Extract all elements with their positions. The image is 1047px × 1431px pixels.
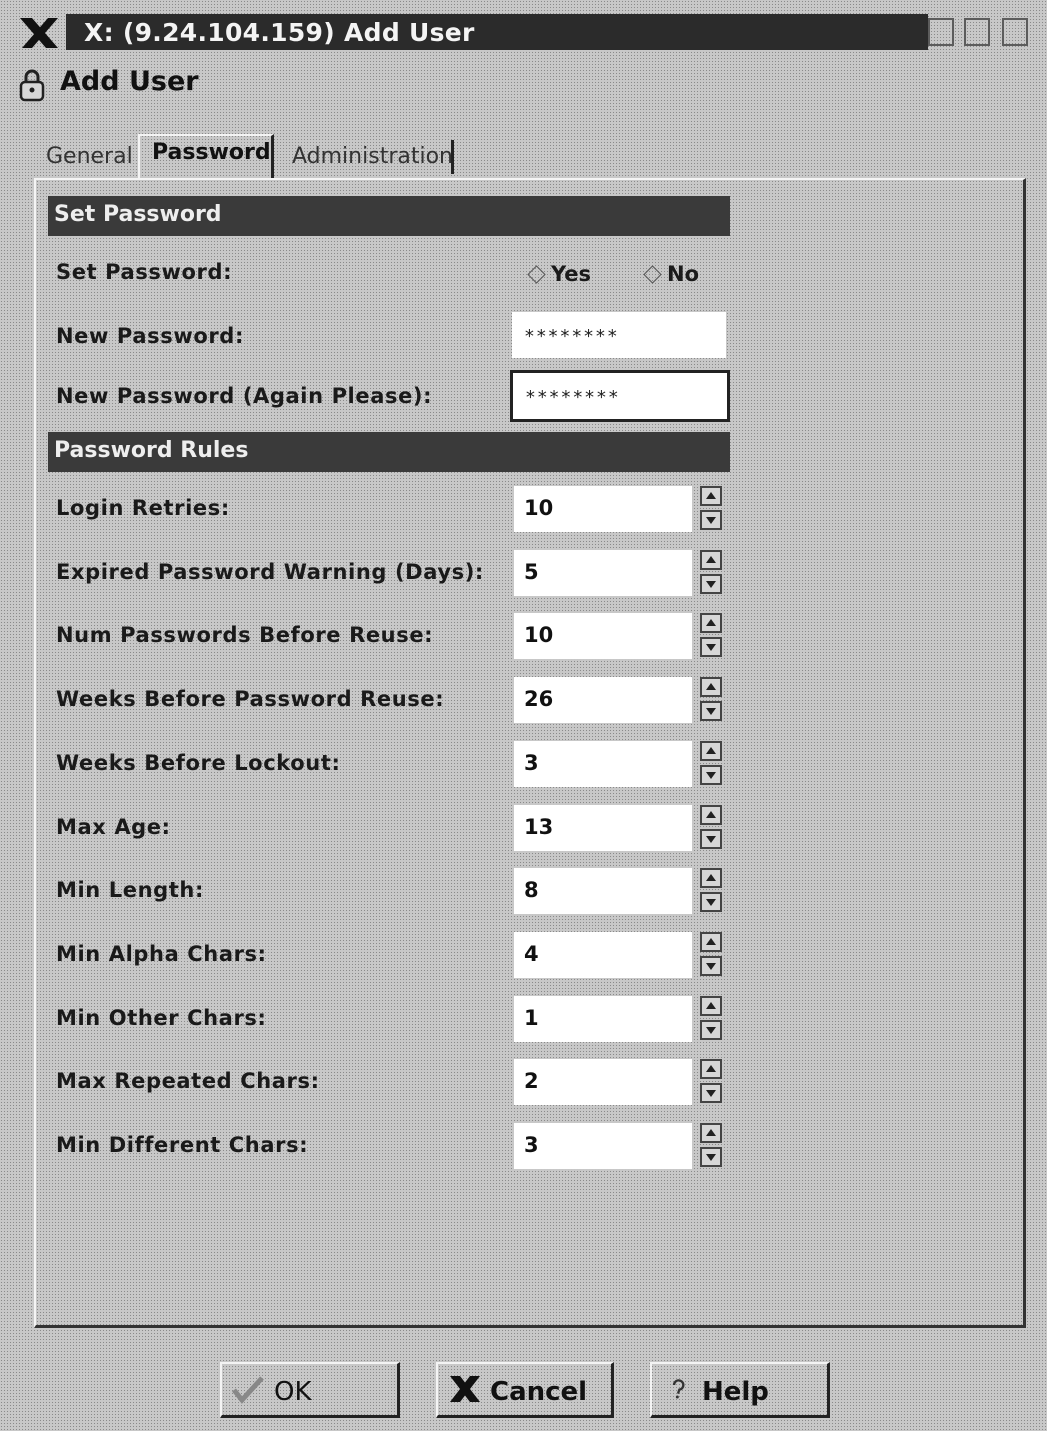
spin-down-arrow-icon[interactable] [700,701,722,721]
checkmark-icon [232,1376,264,1404]
tab-general[interactable]: General [46,144,133,169]
help-button[interactable]: Help [650,1362,830,1418]
rule-label: Min Length: [56,878,204,902]
rule-value-field[interactable]: 4 [514,932,692,978]
spin-down-arrow-icon[interactable] [700,765,722,785]
rule-spinner [698,1123,726,1169]
rule-label: Num Passwords Before Reuse: [56,623,434,647]
window-title: X: (9.24.104.159) Add User [84,18,475,47]
rule-label: Weeks Before Password Reuse: [56,687,445,711]
spin-up-arrow-icon[interactable] [700,741,722,761]
ok-button[interactable]: OK [220,1362,400,1418]
x-window-icon [20,18,58,48]
rule-label: Max Age: [56,815,171,839]
rule-label: Min Alpha Chars: [56,942,267,966]
rule-value-field[interactable]: 10 [514,613,692,659]
rule-value-field[interactable]: 26 [514,677,692,723]
rule-label: Min Other Chars: [56,1006,267,1030]
rule-spinner [698,1059,726,1105]
add-user-window: X: (9.24.104.159) Add User Add User Gene… [0,0,1047,1431]
new-password-label: New Password: [56,324,244,348]
rule-value-field[interactable]: 3 [514,741,692,787]
rule-value-field[interactable]: 3 [514,1123,692,1169]
radio-yes[interactable]: Yes [527,262,592,286]
spin-down-arrow-icon[interactable] [700,510,722,530]
tab-password[interactable]: Password [138,134,274,180]
question-mark-icon [672,1379,685,1399]
tab-administration[interactable]: Administration [284,140,454,174]
rule-spinner [698,677,726,723]
spin-up-arrow-icon[interactable] [700,550,722,570]
rule-spinner [698,932,726,978]
spin-down-arrow-icon[interactable] [700,574,722,594]
maximize-button[interactable] [964,18,990,46]
rule-spinner [698,805,726,851]
rule-label: Weeks Before Lockout: [56,751,341,775]
rule-spinner [698,996,726,1042]
spin-down-arrow-icon[interactable] [700,1147,722,1167]
spin-down-arrow-icon[interactable] [700,1020,722,1040]
rule-spinner [698,741,726,787]
close-button[interactable] [1002,18,1028,46]
rule-label: Min Different Chars: [56,1133,309,1157]
spin-down-arrow-icon[interactable] [700,892,722,912]
rule-label: Login Retries: [56,496,230,520]
minimize-button[interactable] [928,18,954,46]
section-header-password-rules: Password Rules [48,432,730,472]
radio-no-label: No [667,262,700,286]
rule-label: Max Repeated Chars: [56,1069,320,1093]
rule-spinner [698,550,726,596]
rule-value-field[interactable]: 13 [514,805,692,851]
cancel-button[interactable]: Cancel [436,1362,614,1418]
spin-up-arrow-icon[interactable] [700,486,722,506]
title-bar[interactable]: X: (9.24.104.159) Add User [14,12,1037,52]
rule-value-field[interactable]: 10 [514,486,692,532]
rule-spinner [698,613,726,659]
spin-up-arrow-icon[interactable] [700,613,722,633]
spin-up-arrow-icon[interactable] [700,1059,722,1079]
rule-label: Expired Password Warning (Days): [56,560,484,584]
lock-icon [19,69,45,102]
spin-up-arrow-icon[interactable] [700,996,722,1016]
spin-up-arrow-icon[interactable] [700,805,722,825]
rule-spinner [698,486,726,532]
radio-no-indicator [643,265,662,284]
rule-value-field[interactable]: 8 [514,868,692,914]
rule-value-field[interactable]: 2 [514,1059,692,1105]
set-password-label: Set Password: [56,260,233,284]
confirm-password-field[interactable]: ******** [510,370,730,422]
spin-up-arrow-icon[interactable] [700,1123,722,1143]
spin-up-arrow-icon[interactable] [700,932,722,952]
radio-no[interactable]: No [643,262,700,286]
ok-button-label: OK [274,1377,312,1407]
title-bar-fill: X: (9.24.104.159) Add User [66,14,928,50]
radio-yes-indicator [527,265,546,284]
rule-value-field[interactable]: 5 [514,550,692,596]
rule-spinner [698,868,726,914]
spin-down-arrow-icon[interactable] [700,637,722,657]
help-button-label: Help [702,1377,769,1407]
section-header-set-password: Set Password [48,196,730,236]
dialog-title: Add User [60,66,199,97]
spin-up-arrow-icon[interactable] [700,677,722,697]
new-password-field[interactable]: ******** [512,312,726,358]
confirm-password-label: New Password (Again Please): [56,384,433,408]
rule-value-field[interactable]: 1 [514,996,692,1042]
cancel-x-icon [450,1376,480,1402]
radio-yes-label: Yes [551,262,592,286]
spin-down-arrow-icon[interactable] [700,829,722,849]
spin-down-arrow-icon[interactable] [700,956,722,976]
spin-up-arrow-icon[interactable] [700,868,722,888]
spin-down-arrow-icon[interactable] [700,1083,722,1103]
cancel-button-label: Cancel [490,1377,588,1407]
